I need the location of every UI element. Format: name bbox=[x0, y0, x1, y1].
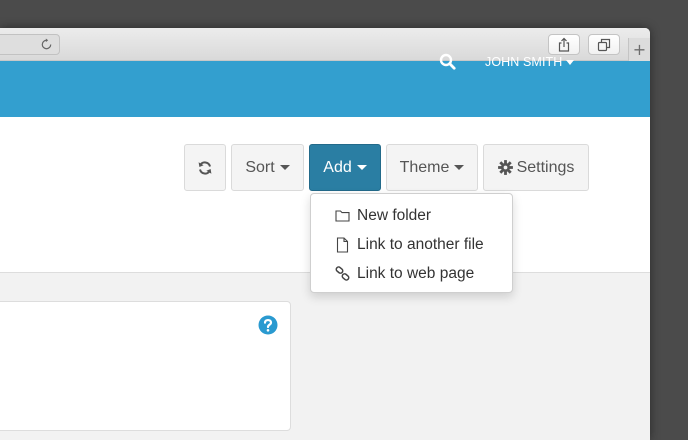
settings-button[interactable]: Settings bbox=[483, 144, 589, 191]
tabs-overview-button[interactable] bbox=[588, 34, 620, 55]
reload-icon[interactable] bbox=[39, 37, 54, 52]
menu-item-link-file[interactable]: Link to another file bbox=[311, 230, 512, 259]
gear-icon bbox=[497, 160, 513, 175]
plus-icon: + bbox=[632, 40, 647, 59]
sort-button[interactable]: Sort bbox=[231, 144, 304, 191]
refresh-icon bbox=[198, 160, 212, 175]
search-icon[interactable] bbox=[439, 53, 456, 70]
chevron-down-icon bbox=[279, 165, 290, 170]
menu-item-label: Link to web page bbox=[357, 264, 475, 282]
sort-label: Sort bbox=[245, 158, 275, 176]
share-icon bbox=[558, 37, 570, 52]
theme-button[interactable]: Theme bbox=[386, 144, 478, 191]
chevron-down-icon bbox=[356, 165, 367, 170]
question-circle-icon[interactable] bbox=[258, 315, 278, 335]
tabs-icon bbox=[597, 38, 611, 51]
add-dropdown-menu: New folder Link to another file Link to … bbox=[310, 193, 513, 293]
share-button[interactable] bbox=[548, 34, 580, 55]
menu-item-label: Link to another file bbox=[357, 235, 484, 253]
menu-item-link-web-page[interactable]: Link to web page bbox=[311, 259, 512, 288]
user-name: JOHN SMITH bbox=[485, 55, 563, 69]
new-tab-button[interactable]: + bbox=[628, 38, 650, 61]
add-button[interactable]: Add bbox=[309, 144, 381, 191]
settings-label: Settings bbox=[516, 158, 575, 176]
menu-item-new-folder[interactable]: New folder bbox=[311, 201, 512, 230]
user-menu-toggle[interactable]: JOHN SMITH bbox=[485, 54, 575, 70]
folder-icon bbox=[335, 210, 350, 222]
menu-item-label: New folder bbox=[357, 206, 432, 224]
refresh-button[interactable] bbox=[184, 144, 226, 191]
add-label: Add bbox=[323, 158, 352, 176]
chevron-down-icon bbox=[566, 59, 575, 65]
file-icon bbox=[336, 236, 349, 253]
chevron-down-icon bbox=[454, 165, 465, 170]
address-bar[interactable] bbox=[0, 34, 60, 55]
theme-label: Theme bbox=[399, 158, 450, 176]
content-panel bbox=[0, 301, 291, 431]
link-icon bbox=[335, 266, 350, 281]
